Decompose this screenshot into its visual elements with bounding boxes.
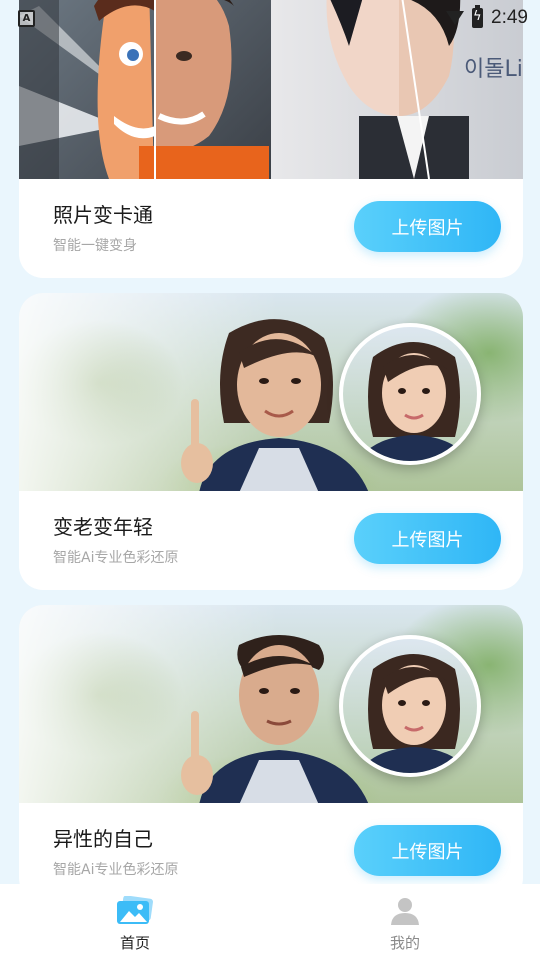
card-title: 照片变卡通	[53, 203, 153, 227]
card-info: 照片变卡通 智能一键变身 上传图片	[19, 179, 523, 278]
card-info: 变老变年轻 智能Ai专业色彩还原 上传图片	[19, 491, 523, 590]
photos-icon	[117, 896, 153, 924]
signal-icon	[446, 11, 465, 25]
nav-item-me[interactable]: 我的	[270, 884, 540, 960]
gender-swap-hero-image	[19, 605, 523, 803]
nav-label-me: 我的	[389, 934, 420, 952]
user-icon	[391, 898, 419, 925]
bottom-nav: 首页 我的	[0, 884, 540, 960]
status-bar: A 2:49	[0, 0, 540, 36]
nav-label-home: 首页	[119, 934, 150, 952]
notification-a-icon: A	[18, 9, 35, 27]
card-info: 异性的自己 智能Ai专业色彩还原 上传图片	[19, 803, 523, 884]
upload-image-button[interactable]: 上传图片	[354, 513, 501, 564]
card-title: 异性的自己	[53, 827, 153, 851]
nav-item-home[interactable]: 首页	[0, 884, 270, 960]
upload-image-button[interactable]: 上传图片	[354, 825, 501, 876]
battery-charging-icon	[472, 5, 484, 28]
feature-card-gender-swap[interactable]: 异性的自己 智能Ai专业色彩还原 上传图片	[19, 605, 523, 884]
svg-text:이돌Li: 이돌Li	[464, 57, 523, 82]
card-title: 变老变年轻	[53, 515, 153, 539]
upload-image-button[interactable]: 上传图片	[354, 201, 501, 252]
young-woman-avatar	[339, 323, 481, 465]
feature-list[interactable]: 이돌Li 照片变卡通 智能一键变身 上传图片 变老变年轻 智能Ai专业色彩还原 …	[0, 0, 540, 884]
card-subtitle: 智能Ai专业色彩还原	[53, 862, 179, 878]
age-hero-image	[19, 293, 523, 491]
card-subtitle: 智能Ai专业色彩还原	[53, 550, 179, 566]
app-root: 이돌Li 照片变卡通 智能一键变身 上传图片 变老变年轻 智能Ai专业色彩还原 …	[0, 0, 540, 960]
young-woman-avatar	[339, 635, 481, 777]
card-subtitle: 智能一键变身	[53, 238, 137, 254]
status-time: 2:49	[491, 7, 528, 28]
feature-card-age[interactable]: 变老变年轻 智能Ai专业色彩还原 上传图片	[19, 293, 523, 590]
feature-card-cartoon[interactable]: 이돌Li 照片变卡通 智能一键变身 上传图片	[19, 0, 523, 278]
